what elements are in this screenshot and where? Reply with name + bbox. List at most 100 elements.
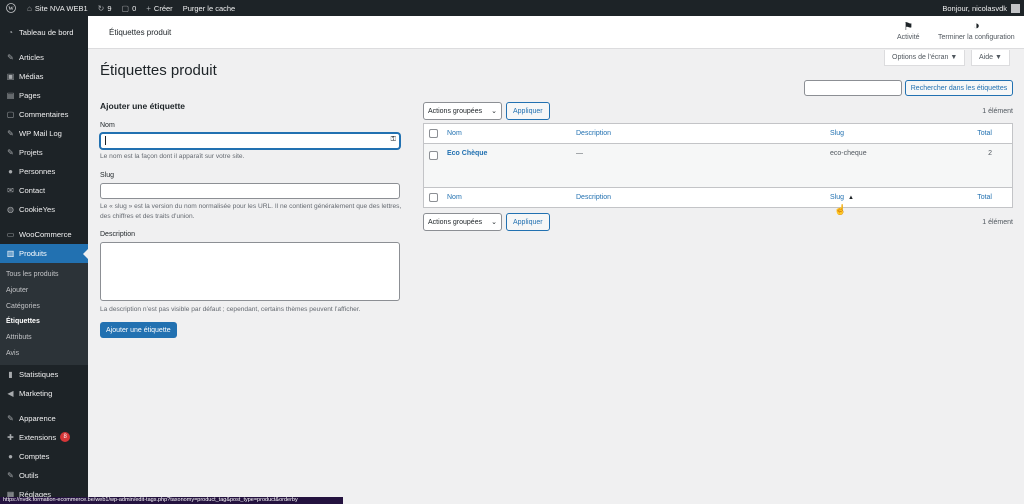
form-heading: Ajouter une étiquette xyxy=(100,101,186,111)
archive-icon: ▥ xyxy=(6,249,15,258)
submenu-categories[interactable]: Catégories xyxy=(0,299,88,315)
submenu-avis[interactable]: Avis xyxy=(0,346,88,362)
column-total-footer[interactable]: Total xyxy=(977,194,992,201)
slug-help: Le « slug » est la version du nom normal… xyxy=(100,203,402,220)
site-name-link[interactable]: ⌂ Site NVA WEB1 xyxy=(22,0,93,16)
wordpress-logo-icon[interactable]: W xyxy=(0,0,22,16)
menu-extensions[interactable]: ✚ Extensions 8 xyxy=(0,428,88,447)
menu-label: WooCommerce xyxy=(19,230,72,239)
menu-projets[interactable]: ✎ Projets xyxy=(0,143,88,162)
column-description-footer[interactable]: Description xyxy=(576,194,611,201)
menu-label: Tableau de bord xyxy=(19,28,74,37)
row-checkbox[interactable] xyxy=(429,151,438,160)
sort-arrow-up-icon: ▲ xyxy=(848,195,854,201)
menu-contact[interactable]: ✉ Contact xyxy=(0,181,88,200)
menu-apparence[interactable]: ✎ Apparence xyxy=(0,409,88,428)
chevron-down-icon: ⌄ xyxy=(491,219,497,226)
comments-link[interactable]: ▢ 0 xyxy=(117,0,142,16)
column-total-header[interactable]: Total xyxy=(977,130,992,137)
mail-icon: ✉ xyxy=(7,186,14,195)
menu-produits[interactable]: ▥ Produits xyxy=(0,244,88,263)
term-description: — xyxy=(576,150,583,157)
menu-woocommerce[interactable]: ▭ WooCommerce xyxy=(0,225,88,244)
menu-label: CookieYes xyxy=(19,205,56,214)
menu-dashboard[interactable]: ◔ Tableau de bord xyxy=(0,23,88,42)
menu-statistiques[interactable]: ▮ Statistiques xyxy=(0,365,88,384)
menu-cookieyes[interactable]: ◍ CookieYes xyxy=(0,200,88,219)
column-description-header[interactable]: Description xyxy=(576,130,611,137)
menu-outils[interactable]: ✎ Outils xyxy=(0,466,88,485)
column-name-header[interactable]: Nom xyxy=(447,130,462,137)
menu-label: Pages xyxy=(19,91,41,100)
bulk-actions-label: Actions groupées xyxy=(428,107,483,115)
admin-bar: W ⌂ Site NVA WEB1 ↻ 9 ▢ 0 + Créer Purger le … xyxy=(0,0,1024,16)
home-icon: ⌂ xyxy=(27,3,32,13)
name-input[interactable]: ⚿ xyxy=(100,133,400,149)
purge-cache-link[interactable]: Purger le cache xyxy=(178,0,241,16)
tablenav-bottom: Actions groupées ⌄ Appliquer 1 élément xyxy=(423,213,1013,231)
select-all-checkbox-footer[interactable] xyxy=(429,193,438,202)
column-slug-header[interactable]: Slug xyxy=(830,130,844,137)
menu-marketing[interactable]: ◀ Marketing xyxy=(0,384,88,403)
new-content-link[interactable]: + Créer xyxy=(141,0,177,16)
screen-options-button[interactable]: Options de l’écran ▼ xyxy=(884,50,966,66)
apply-button[interactable]: Appliquer xyxy=(506,102,550,120)
menu-comments[interactable]: ▢ Commentaires xyxy=(0,105,88,124)
select-all-checkbox[interactable] xyxy=(429,129,438,138)
name-label: Nom xyxy=(100,122,115,129)
submenu-attributs[interactable]: Attributs xyxy=(0,330,88,346)
setup-button[interactable]: ◑ Terminer la configuration xyxy=(938,20,1015,41)
term-slug: eco-cheque xyxy=(830,150,867,157)
submenu-etiquettes[interactable]: Étiquettes xyxy=(0,314,88,330)
plus-icon: + xyxy=(146,3,151,13)
menu-label: Contact xyxy=(19,186,46,195)
activity-button[interactable]: ⚑ Activité xyxy=(897,20,920,41)
pin-icon: ✎ xyxy=(7,53,14,62)
search-input[interactable] xyxy=(804,80,902,96)
chevron-down-icon: ⌄ xyxy=(491,108,497,115)
activity-label: Activité xyxy=(897,34,920,41)
media-icon: ▣ xyxy=(6,72,15,81)
hand-cursor-icon: ☝ xyxy=(834,205,847,216)
user-icon: ● xyxy=(8,451,13,461)
bulk-actions-select[interactable]: Actions groupées ⌄ xyxy=(423,102,502,120)
column-slug-footer[interactable]: Slug ▲ xyxy=(830,194,854,201)
account-menu[interactable]: Bonjour, nicolasvdk xyxy=(937,0,1024,16)
search-tags-button[interactable]: Rechercher dans les étiquettes xyxy=(905,80,1013,96)
items-count-bottom: 1 élément xyxy=(982,218,1013,226)
description-help: La description n’est pas visible par déf… xyxy=(100,306,361,313)
description-textarea[interactable] xyxy=(100,242,400,301)
bulk-actions-select-bottom[interactable]: Actions groupées ⌄ xyxy=(423,213,502,231)
comments-count: 0 xyxy=(132,3,137,13)
menu-personnes[interactable]: ● Personnes xyxy=(0,162,88,181)
apply-button-bottom[interactable]: Appliquer xyxy=(506,213,550,231)
menu-comptes[interactable]: ● Comptes xyxy=(0,447,88,466)
menu-label: Médias xyxy=(19,72,44,81)
table-header-row: Nom Description Slug Total xyxy=(424,124,1012,144)
terms-table: Nom Description Slug Total Eco Chèque — … xyxy=(423,123,1013,208)
menu-articles[interactable]: ✎ Articles xyxy=(0,48,88,67)
menu-label: Articles xyxy=(19,53,44,62)
menu-medias[interactable]: ▣ Médias xyxy=(0,67,88,86)
column-name-footer[interactable]: Nom xyxy=(447,194,462,201)
woo-icon: ▭ xyxy=(6,230,15,239)
menu-label: Outils xyxy=(19,470,39,480)
comment-icon: ▢ xyxy=(121,3,130,13)
updates-link[interactable]: ↻ 9 xyxy=(93,0,117,16)
term-count-link[interactable]: 2 xyxy=(988,150,992,157)
submenu-ajouter[interactable]: Ajouter xyxy=(0,283,88,299)
name-help: Le nom est la façon dont il apparaît sur… xyxy=(100,153,245,160)
menu-wp-mail-log[interactable]: ✎ WP Mail Log xyxy=(0,124,88,143)
produits-submenu: Tous les produits Ajouter Catégories Éti… xyxy=(0,263,88,365)
slug-input[interactable] xyxy=(100,183,400,199)
menu-pages[interactable]: ▤ Pages xyxy=(0,86,88,105)
add-tag-button[interactable]: Ajouter une étiquette xyxy=(100,322,177,338)
progress-circle-icon: ◑ xyxy=(973,20,980,32)
term-name-link[interactable]: Eco Chèque xyxy=(447,150,487,157)
add-tag-form: Ajouter une étiquette Nom ⚿ Le nom est l… xyxy=(100,101,402,338)
page-title: Étiquettes produit xyxy=(100,62,217,79)
submenu-tous-les-produits[interactable]: Tous les produits xyxy=(0,267,88,283)
help-button[interactable]: Aide ▼ xyxy=(971,50,1010,66)
autofill-key-icon[interactable]: ⚿ xyxy=(391,136,396,144)
menu-label: Statistiques xyxy=(19,369,59,379)
